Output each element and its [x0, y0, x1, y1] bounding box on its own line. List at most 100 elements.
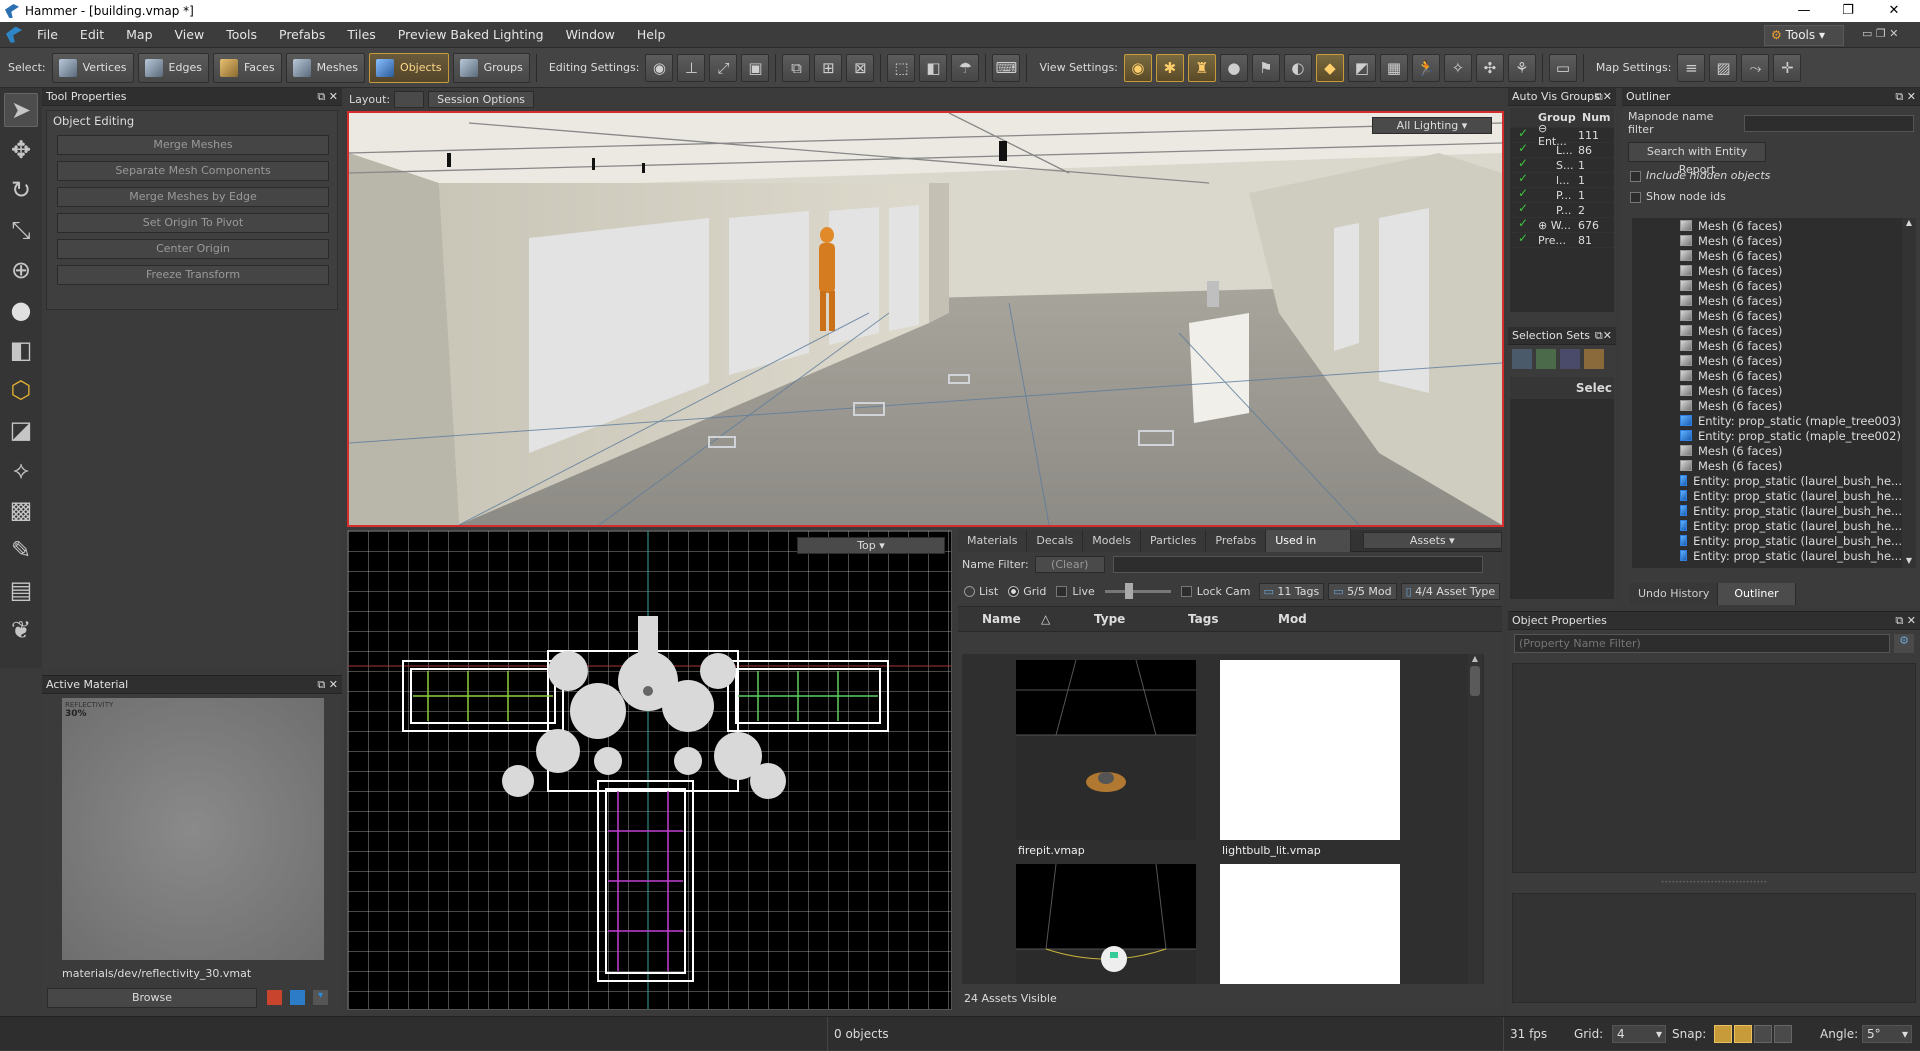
merge-meshes-button[interactable]: Merge Meshes	[57, 135, 329, 155]
outliner-row[interactable]: Mesh (6 faces)	[1632, 458, 1902, 473]
map-nav-icon[interactable]: ⤳	[1741, 53, 1770, 82]
scroll-thumb[interactable]	[1470, 666, 1480, 696]
clip-tool-icon[interactable]: ◪	[4, 413, 38, 447]
column-mod[interactable]: Mod	[1258, 612, 1358, 626]
include-hidden-row[interactable]: Include hidden objects	[1622, 164, 1920, 187]
panel-float-close-icon[interactable]: ⧉ ✕	[1895, 88, 1916, 106]
browse-button[interactable]: Browse	[47, 988, 257, 1008]
local-axis-icon[interactable]: ⊥	[677, 53, 706, 82]
monitor-icon[interactable]: ▭	[1548, 53, 1577, 82]
material-pick-icon[interactable]	[267, 990, 282, 1005]
splitter-handle[interactable]: ••••••••••••••••••••••••••••••	[1512, 879, 1916, 887]
polygon-tool-icon[interactable]: ⬡	[4, 373, 38, 407]
snap-vertex-toggle[interactable]	[1734, 1025, 1752, 1043]
gamepad-icon[interactable]: ⌨	[992, 53, 1021, 82]
column-name[interactable]: Name △	[958, 612, 1058, 626]
asset-thumb-blank[interactable]	[1220, 864, 1400, 984]
tab-used-in-map[interactable]: Used in Map	[1266, 530, 1351, 569]
view-player-icon[interactable]: 🏃	[1411, 53, 1440, 82]
cube-snap-icon[interactable]: ◧	[919, 53, 948, 82]
column-tags[interactable]: Tags	[1158, 612, 1258, 626]
tools-dropdown[interactable]: ⚙ Tools ▾	[1764, 25, 1844, 46]
clear-filter-button[interactable]: (Clear)	[1034, 555, 1105, 573]
panel-float-close-icon[interactable]: ⧉ ✕	[1895, 612, 1916, 630]
visible-checkbox[interactable]	[1518, 171, 1528, 185]
lock-cam-checkbox[interactable]	[1180, 585, 1192, 597]
outliner-row[interactable]: Mesh (6 faces)	[1632, 398, 1902, 413]
view-blocks-icon[interactable]: ▦	[1379, 53, 1408, 82]
tab-outliner[interactable]: Outliner	[1718, 583, 1796, 605]
entity-tool-icon[interactable]: ●	[4, 293, 38, 327]
pivot-icon[interactable]: ◉	[645, 53, 674, 82]
view-triggers-icon[interactable]: ♜	[1187, 53, 1216, 82]
outliner-row[interactable]: Entity: prop_static (maple_tree002)	[1632, 428, 1902, 443]
lamp-icon[interactable]: ☂	[951, 53, 980, 82]
view-tree-icon[interactable]: ⚘	[1507, 53, 1536, 82]
snap-angle-toggle[interactable]	[1754, 1025, 1772, 1043]
dock-window-controls[interactable]: ▭ ❐ ✕	[1862, 27, 1912, 43]
map-cross-icon[interactable]: ✛	[1773, 53, 1802, 82]
asset-thumb-lightbulb[interactable]	[1220, 660, 1400, 840]
material-apply-icon[interactable]	[290, 990, 305, 1005]
lighting-mode-dropdown[interactable]: All Lighting ▾	[1372, 117, 1492, 134]
pivot-tool-icon[interactable]: ⊕	[4, 253, 38, 287]
outliner-row[interactable]: Mesh (6 faces)	[1632, 248, 1902, 263]
new-set-icon[interactable]	[1512, 349, 1532, 369]
scroll-up-icon[interactable]: ▲	[1902, 218, 1916, 230]
angle-dropdown[interactable]: 5° ▾	[1862, 1025, 1912, 1043]
map-hatch-icon[interactable]: ▨	[1709, 53, 1738, 82]
tab-prefabs[interactable]: Prefabs	[1206, 530, 1267, 552]
add-to-set-icon[interactable]	[1536, 349, 1556, 369]
asset-thumb-lamp[interactable]	[1016, 863, 1196, 984]
scroll-down-icon[interactable]: ▼	[1902, 556, 1916, 568]
outliner-row[interactable]: Entity: prop_static (laurel_bush_he...	[1632, 488, 1902, 503]
menu-preview-baked-lighting[interactable]: Preview Baked Lighting	[387, 22, 555, 48]
property-name-filter-input[interactable]	[1514, 634, 1890, 653]
menu-tiles[interactable]: Tiles	[336, 22, 386, 48]
map-grid-icon[interactable]: ≡	[1677, 53, 1706, 82]
merge-meshes-by-edge-button[interactable]: Merge Meshes by Edge	[57, 187, 329, 207]
select-edges-button[interactable]: Edges	[137, 52, 209, 83]
visible-checkbox[interactable]	[1518, 186, 1528, 200]
view-mode-dropdown[interactable]: Top ▾	[797, 537, 945, 554]
block-tool-icon[interactable]: ◧	[4, 333, 38, 367]
search-entity-report-button[interactable]: Search with Entity Report	[1628, 142, 1766, 176]
outliner-row[interactable]: Entity: prop_static (maple_tree003)	[1632, 413, 1902, 428]
outliner-row[interactable]: Mesh (6 faces)	[1632, 293, 1902, 308]
snap-grid-toggle[interactable]	[1714, 1025, 1732, 1043]
outliner-row[interactable]: Entity: prop_static (laurel_bush_he...	[1632, 533, 1902, 548]
view-materials-icon[interactable]: ◆	[1315, 53, 1344, 82]
menu-prefabs[interactable]: Prefabs	[268, 22, 336, 48]
set-grid-icon[interactable]	[1584, 349, 1604, 369]
app-menu-icon[interactable]	[6, 26, 22, 43]
tab-models[interactable]: Models	[1083, 530, 1142, 552]
session-options-dropdown[interactable]: Session Options ▾	[428, 90, 535, 121]
select-through-icon[interactable]: ⧉	[782, 53, 811, 82]
outliner-row[interactable]: Entity: prop_static (laurel_bush_he...	[1632, 473, 1902, 488]
select-overlap-icon[interactable]: ⊠	[846, 53, 875, 82]
menu-edit[interactable]: Edit	[69, 22, 115, 48]
outliner-row[interactable]: Entity: prop_static (laurel_bush_he...	[1632, 518, 1902, 533]
remove-from-set-icon[interactable]	[1560, 349, 1580, 369]
outliner-row[interactable]: Mesh (6 faces)	[1632, 308, 1902, 323]
scale-tool-icon[interactable]: ⤡	[4, 213, 38, 247]
select-vertices-button[interactable]: Vertices	[51, 52, 134, 83]
texture-lock-icon[interactable]: ⬚	[887, 53, 916, 82]
viewport-3d[interactable]: All Lighting ▾	[347, 111, 1504, 527]
outliner-row[interactable]: Mesh (6 faces)	[1632, 338, 1902, 353]
tab-decals[interactable]: Decals	[1027, 530, 1084, 552]
list-radio[interactable]	[964, 585, 975, 597]
select-connected-icon[interactable]: ⊞	[814, 53, 843, 82]
scroll-up-icon[interactable]: ▲	[1468, 654, 1482, 666]
foliage-tool-icon[interactable]: ❦	[4, 613, 38, 647]
outliner-scrollbar[interactable]: ▲ ▼	[1902, 218, 1916, 568]
mods-filter-button[interactable]: ▭ 5/5 Mod	[1328, 582, 1397, 600]
outliner-row[interactable]: Mesh (6 faces)	[1632, 263, 1902, 278]
view-center-icon[interactable]: ◉	[1123, 53, 1152, 82]
gear-icon[interactable]: ⚙	[1894, 634, 1914, 653]
translate-tool-icon[interactable]: ✥	[4, 133, 38, 167]
scale-snap-icon[interactable]: ⤢	[709, 53, 738, 82]
center-origin-button[interactable]: Center Origin	[57, 239, 329, 259]
minimize-button[interactable]: —	[1782, 0, 1826, 22]
outliner-row[interactable]: Mesh (6 faces)	[1632, 278, 1902, 293]
